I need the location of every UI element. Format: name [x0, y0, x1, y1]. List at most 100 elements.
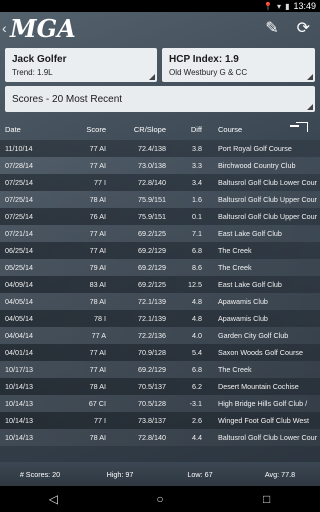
wifi-icon: ▾	[277, 1, 282, 11]
cell-diff: 1.6	[192, 195, 202, 204]
table-row[interactable]: 07/25/14 76 AI 75.9/151 0.1 Baltusrol Golf C…	[0, 208, 320, 225]
table-header: Date Score CR/Slope Diff Course	[0, 118, 320, 140]
hcp-index: HCP Index: 1.9	[169, 54, 239, 65]
cell-score: 79 AI	[89, 263, 106, 272]
cell-date: 07/21/14	[5, 229, 33, 238]
cell-cr-slope: 72.1/139	[138, 314, 166, 323]
table-row[interactable]: 04/05/14 78 I 72.1/139 4.8 Apawamis Club	[0, 310, 320, 327]
table-row[interactable]: 10/14/13 78 AI 72.8/140 4.4 Baltusrol Golf C…	[0, 429, 320, 446]
table-row[interactable]: 07/25/14 77 I 72.8/140 3.4 Baltusrol Golf Cl…	[0, 174, 320, 191]
cell-diff: 3.4	[192, 178, 202, 187]
cell-cr-slope: 72.8/140	[138, 433, 166, 442]
cell-course: Garden City Golf Club	[218, 331, 289, 340]
cell-course: Winged Foot Golf Club West	[218, 416, 309, 425]
cell-course: Baltusrol Golf Club Upper Cour	[218, 195, 318, 204]
cell-diff: -3.1	[189, 399, 202, 408]
cell-course: High Bridge Hills Golf Club /	[218, 399, 308, 408]
cell-course: Saxon Woods Golf Course	[218, 348, 303, 357]
cell-score: 77 A	[91, 331, 106, 340]
average-score: Avg: 77.8	[264, 469, 296, 479]
table-row[interactable]: 10/17/13 77 AI 69.2/129 6.8 The Creek	[0, 361, 320, 378]
cell-score: 76 AI	[89, 212, 106, 221]
cell-score: 83 AI	[89, 280, 106, 289]
dropdown-corner-icon	[149, 74, 155, 80]
cell-cr-slope: 72.2/136	[138, 331, 166, 340]
col-cr-slope[interactable]: CR/Slope	[110, 125, 166, 134]
cell-score: 77 AI	[89, 348, 106, 357]
cell-course: Birchwood Country Club	[218, 161, 296, 170]
cell-date: 04/01/14	[5, 348, 33, 357]
cell-score: 78 AI	[89, 297, 106, 306]
cell-course: East Lake Golf Club	[218, 280, 282, 289]
chevron-left-icon[interactable]: ‹	[2, 20, 10, 36]
col-score[interactable]: Score	[64, 125, 110, 134]
cell-cr-slope: 70.9/128	[138, 348, 166, 357]
table-row[interactable]: 07/28/14 77 AI 73.0/138 3.3 Birchwood Countr…	[0, 157, 320, 174]
score-count: # Scores: 20	[19, 469, 61, 479]
export-icon[interactable]	[290, 122, 308, 132]
cell-date: 07/25/14	[5, 178, 33, 187]
scores-filter-select[interactable]: Scores - 20 Most Recent	[5, 86, 315, 112]
pencil-icon[interactable]: ✎	[265, 18, 278, 38]
cell-course: The Creek	[218, 246, 252, 255]
table-row[interactable]: 10/14/13 67 CI 70.5/128 -3.1 High Bridge Hil…	[0, 395, 320, 412]
cell-diff: 4.8	[192, 314, 202, 323]
cell-course: Baltusrol Golf Club Upper Cour	[218, 212, 318, 221]
cell-score: 77 AI	[89, 246, 106, 255]
cell-score: 78 I	[94, 314, 106, 323]
cell-cr-slope: 69.2/129	[138, 246, 166, 255]
cell-score: 78 AI	[89, 433, 106, 442]
cell-course: Desert Mountain Cochise	[218, 382, 299, 391]
home-club: Old Westbury G & CC	[169, 68, 248, 77]
hcp-card[interactable]: HCP Index: 1.9 Old Westbury G & CC	[162, 48, 315, 82]
cell-diff: 12.5	[188, 280, 202, 289]
cell-course: Apawamis Club	[218, 314, 268, 323]
table-row[interactable]: 05/25/14 79 AI 69.2/129 8.6 The Creek	[0, 259, 320, 276]
scores-table: 11/10/14 77 AI 72.4/138 3.8 Port Royal Golf …	[0, 140, 320, 446]
app-logo: MGA	[10, 13, 76, 43]
table-row[interactable]: 04/05/14 78 AI 72.1/139 4.8 Apawamis Club	[0, 293, 320, 310]
table-row[interactable]: 06/25/14 77 AI 69.2/129 6.8 The Creek	[0, 242, 320, 259]
cell-cr-slope: 72.4/138	[138, 144, 166, 153]
table-row[interactable]: 07/21/14 77 AI 69.2/125 7.1 East Lake Golf C…	[0, 225, 320, 242]
cell-diff: 6.8	[192, 246, 202, 255]
back-triangle-icon[interactable]: ◁	[33, 492, 73, 506]
cell-date: 04/05/14	[5, 314, 33, 323]
cell-score: 77 AI	[89, 161, 106, 170]
table-row[interactable]: 10/14/13 78 AI 70.5/137 6.2 Desert Mountain …	[0, 378, 320, 395]
col-diff[interactable]: Diff	[166, 125, 202, 134]
table-row[interactable]: 11/10/14 77 AI 72.4/138 3.8 Port Royal Golf …	[0, 140, 320, 157]
home-circle-icon[interactable]: ○	[140, 492, 180, 506]
cell-date: 10/14/13	[5, 416, 33, 425]
scores-filter-label: Scores - 20 Most Recent	[12, 93, 123, 105]
cell-diff: 0.1	[192, 212, 202, 221]
table-row[interactable]: 04/04/14 77 A 72.2/136 4.0 Garden City Golf …	[0, 327, 320, 344]
player-name: Jack Golfer	[12, 54, 67, 65]
cell-course: Port Royal Golf Course	[218, 144, 292, 153]
table-row[interactable]: 10/14/13 77 I 73.8/137 2.6 Winged Foot Golf …	[0, 412, 320, 429]
cell-date: 04/04/14	[5, 331, 33, 340]
cell-course: Apawamis Club	[218, 297, 268, 306]
cell-course: The Creek	[218, 263, 252, 272]
system-nav-bar: ◁ ○ □	[0, 486, 320, 512]
recents-square-icon[interactable]: □	[247, 492, 287, 506]
cell-score: 77 I	[94, 416, 106, 425]
player-trend: Trend: 1.9L	[12, 68, 53, 77]
cell-cr-slope: 72.1/139	[138, 297, 166, 306]
table-row[interactable]: 04/01/14 77 AI 70.9/128 5.4 Saxon Woods Golf…	[0, 344, 320, 361]
cell-cr-slope: 73.0/138	[138, 161, 166, 170]
cell-date: 04/05/14	[5, 297, 33, 306]
col-date[interactable]: Date	[0, 125, 64, 134]
dropdown-corner-icon	[307, 104, 313, 110]
player-card[interactable]: Jack Golfer Trend: 1.9L	[5, 48, 157, 82]
cell-diff: 6.8	[192, 365, 202, 374]
refresh-icon[interactable]: ⟳	[297, 18, 310, 38]
stats-footer: # Scores: 20 High: 97 Low: 67 Avg: 77.8	[0, 462, 320, 486]
table-row[interactable]: 07/25/14 78 AI 75.9/151 1.6 Baltusrol Golf C…	[0, 191, 320, 208]
cell-cr-slope: 75.9/151	[138, 195, 166, 204]
cell-score: 77 AI	[89, 229, 106, 238]
low-score: Low: 67	[187, 469, 213, 479]
table-row[interactable]: 04/09/14 83 AI 69.2/125 12.5 East Lake Golf …	[0, 276, 320, 293]
cell-diff: 4.0	[192, 331, 202, 340]
cell-date: 11/10/14	[5, 144, 33, 153]
